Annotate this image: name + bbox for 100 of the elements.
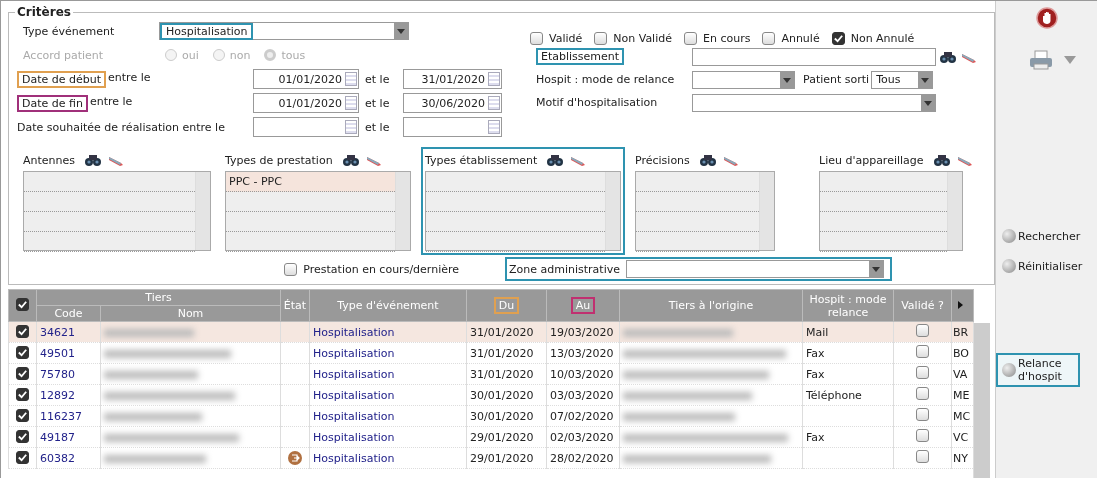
field-label: et le bbox=[365, 120, 391, 134]
validated-checkbox[interactable] bbox=[916, 324, 929, 337]
status-checkbox[interactable]: En cours bbox=[684, 32, 751, 45]
table-cell: BO bbox=[953, 346, 969, 360]
field-label: Date de fin bbox=[17, 94, 88, 112]
field-label: Zone administrative bbox=[509, 262, 620, 276]
row-checkbox[interactable] bbox=[16, 429, 29, 443]
table-cell: 03/03/2020 bbox=[546, 384, 620, 406]
table-cell: Hospitalisation bbox=[309, 426, 467, 448]
field-label: entre le bbox=[108, 70, 151, 86]
section-title: Critères bbox=[16, 5, 72, 19]
binoculars-icon[interactable] bbox=[341, 153, 360, 167]
vertical-scrollbar[interactable] bbox=[973, 323, 990, 478]
table-cell: 30/01/2020 bbox=[466, 405, 547, 427]
row-checkbox[interactable] bbox=[16, 366, 29, 380]
field-label: et le bbox=[365, 96, 391, 110]
date-field[interactable]: 01/01/2020 bbox=[253, 93, 359, 113]
table-cell: 30/01/2020 bbox=[466, 384, 547, 406]
table-cell: ME bbox=[953, 388, 970, 402]
motif-select[interactable] bbox=[692, 93, 936, 112]
field-label: Date souhaitée de réalisation entre le bbox=[17, 120, 225, 134]
calendar-icon[interactable] bbox=[345, 72, 357, 86]
date-field[interactable] bbox=[253, 117, 359, 137]
field-label: Date de début bbox=[17, 70, 107, 88]
table-cell: 10/03/2020 bbox=[546, 363, 620, 385]
table-cell: 49187 bbox=[36, 426, 101, 448]
validated-checkbox[interactable] bbox=[916, 450, 929, 463]
date-field[interactable]: 30/06/2020 bbox=[403, 93, 502, 113]
row-checkbox[interactable] bbox=[16, 408, 29, 422]
side-button[interactable]: Réinitialiser bbox=[996, 255, 1089, 277]
list-title: Précisions bbox=[635, 153, 690, 167]
list-title: Types établissement bbox=[425, 153, 538, 167]
table-cell: Hospitalisation bbox=[309, 405, 467, 427]
list-title: Types de prestation bbox=[225, 153, 333, 167]
status-checkbox[interactable]: Annulé bbox=[762, 32, 820, 45]
table-cell: 07/02/2020 bbox=[546, 405, 620, 427]
validated-checkbox[interactable] bbox=[916, 345, 929, 358]
side-button[interactable]: Relance d'hospit bbox=[996, 353, 1080, 387]
list-box[interactable]: PPC - PPC bbox=[225, 171, 411, 251]
validated-checkbox[interactable] bbox=[916, 387, 929, 400]
field-label: entre le bbox=[89, 94, 133, 110]
list-title: Lieu d'appareillage bbox=[819, 153, 924, 167]
prestation-checkbox[interactable]: Prestation en cours/dernière bbox=[284, 262, 459, 276]
printer-icon[interactable] bbox=[1027, 49, 1054, 71]
list-title: Antennes bbox=[23, 153, 76, 167]
table-cell: 12892 bbox=[36, 384, 101, 406]
table-cell: 31/01/2020 bbox=[466, 342, 547, 364]
validated-checkbox[interactable] bbox=[916, 429, 929, 442]
table-cell: Hospitalisation bbox=[309, 363, 467, 385]
zone-select[interactable] bbox=[626, 260, 884, 278]
field-label: Type événement bbox=[22, 24, 116, 38]
field-label: Hospit : mode de relance bbox=[535, 73, 676, 86]
binoculars-icon[interactable] bbox=[84, 153, 103, 167]
row-checkbox[interactable] bbox=[16, 450, 29, 464]
table-cell: MC bbox=[953, 409, 971, 423]
calendar-icon[interactable] bbox=[488, 72, 500, 86]
table-cell: 60382 bbox=[36, 447, 101, 469]
table-cell: Hospitalisation bbox=[309, 342, 467, 364]
scrollbar[interactable] bbox=[759, 172, 774, 250]
table-cell: 28/02/2020 bbox=[546, 447, 620, 469]
binoculars-icon[interactable] bbox=[939, 49, 957, 64]
relance-select[interactable] bbox=[692, 70, 795, 89]
binoculars-icon[interactable] bbox=[546, 153, 565, 167]
table-cell: Fax bbox=[806, 430, 825, 444]
column-header: Tiers bbox=[36, 289, 281, 306]
scrollbar[interactable] bbox=[195, 172, 210, 250]
select-all-checkbox[interactable] bbox=[16, 298, 29, 311]
table-cell: 49501 bbox=[36, 342, 101, 364]
date-field[interactable]: 31/01/2020 bbox=[403, 69, 502, 89]
type-select[interactable]: Hospitalisation bbox=[159, 22, 409, 40]
validated-checkbox[interactable] bbox=[916, 408, 929, 421]
scrollbar[interactable] bbox=[947, 172, 962, 250]
calendar-icon[interactable] bbox=[345, 120, 357, 134]
table-cell: Téléphone bbox=[806, 388, 862, 402]
row-checkbox[interactable] bbox=[16, 387, 29, 401]
scrollbar[interactable] bbox=[605, 172, 620, 250]
field-label: et le bbox=[365, 72, 391, 86]
patient-select[interactable]: Tous bbox=[871, 70, 934, 89]
establishment-field[interactable] bbox=[692, 47, 936, 66]
row-checkbox[interactable] bbox=[16, 324, 29, 338]
table-cell: Fax bbox=[806, 367, 825, 381]
calendar-icon[interactable] bbox=[488, 120, 500, 134]
table-cell: NY bbox=[953, 451, 968, 465]
checkmark-icon bbox=[832, 33, 844, 44]
date-field[interactable] bbox=[403, 117, 502, 137]
calendar-icon[interactable] bbox=[488, 96, 500, 110]
validated-checkbox[interactable] bbox=[916, 366, 929, 379]
table-cell: 31/01/2020 bbox=[466, 363, 547, 385]
binoculars-icon[interactable] bbox=[698, 153, 717, 167]
side-button[interactable]: Rechercher bbox=[996, 225, 1087, 247]
status-checkbox[interactable]: Validé bbox=[530, 32, 583, 45]
status-checkbox[interactable]: Non Annulé bbox=[831, 32, 915, 45]
calendar-icon[interactable] bbox=[345, 96, 357, 110]
row-checkbox[interactable] bbox=[16, 345, 29, 359]
binoculars-icon[interactable] bbox=[932, 153, 951, 167]
status-checkbox[interactable]: Non Validé bbox=[594, 32, 672, 45]
stop-hand-icon[interactable] bbox=[1035, 7, 1058, 29]
table-cell: VA bbox=[953, 367, 968, 381]
date-field[interactable]: 01/01/2020 bbox=[253, 69, 359, 89]
scrollbar[interactable] bbox=[395, 172, 410, 250]
